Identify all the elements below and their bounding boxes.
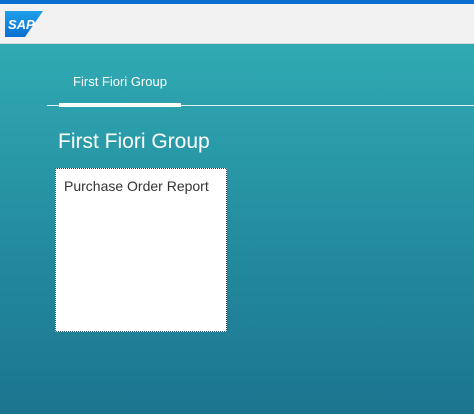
sap-logo-text: SAP: [8, 17, 35, 32]
anchor-tab-label: First Fiori Group: [73, 74, 167, 89]
launchpad-main: First Fiori Group First Fiori Group Purc…: [0, 44, 474, 414]
tile-title: Purchase Order Report: [64, 178, 209, 194]
shell-header: SAP: [0, 4, 474, 44]
tile-purchase-order-report[interactable]: Purchase Order Report: [55, 168, 227, 332]
anchor-navigation-bar: First Fiori Group: [47, 44, 474, 107]
group-title: First Fiori Group: [58, 130, 210, 153]
anchor-tab-selected-indicator: [59, 103, 181, 107]
sap-logo[interactable]: SAP: [5, 11, 43, 37]
anchor-tab-first-fiori-group[interactable]: First Fiori Group: [59, 44, 181, 107]
